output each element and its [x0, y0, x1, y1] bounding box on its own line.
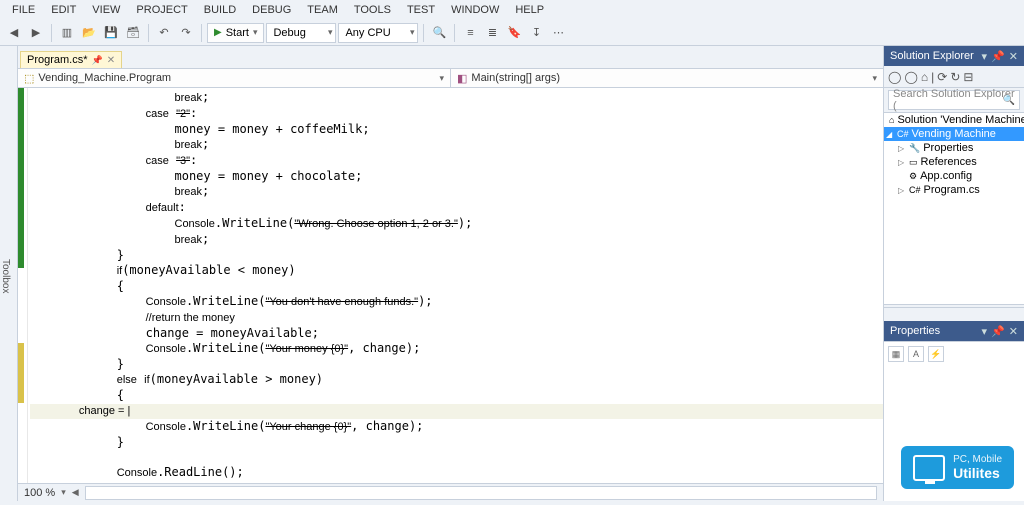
bookmark-icon[interactable]: 🔖	[504, 23, 524, 43]
nav-fwd-icon[interactable]: ▶	[26, 23, 46, 43]
member-combo[interactable]: ◧ Main(string[] args)	[450, 69, 883, 87]
scope-combo[interactable]: ⬚ Vending_Machine.Program	[18, 69, 450, 87]
menu-project[interactable]: PROJECT	[128, 2, 195, 18]
tree-node[interactable]: ▷▭References	[884, 155, 1024, 169]
home-icon[interactable]: ⌂	[921, 70, 928, 84]
zoom-level[interactable]: 100 %	[24, 487, 55, 499]
step-icon[interactable]: ↧	[526, 23, 546, 43]
start-label: Start	[226, 27, 249, 39]
tree-node[interactable]: ⚙App.config	[884, 169, 1024, 183]
categorized-icon[interactable]: ▦	[888, 346, 904, 362]
watermark-big: Utilites	[953, 465, 1000, 481]
menu-tools[interactable]: TOOLS	[346, 2, 399, 18]
menu-team[interactable]: TEAM	[299, 2, 346, 18]
play-icon: ▶	[214, 27, 222, 38]
back-icon[interactable]: ◯	[888, 70, 901, 84]
menu-debug[interactable]: DEBUG	[244, 2, 299, 18]
h-scrollbar[interactable]	[85, 486, 877, 500]
watermark-badge: PC, Mobile Utilites	[901, 446, 1014, 489]
solution-explorer-header[interactable]: Solution Explorer ▾📌 ✕	[884, 46, 1024, 66]
undo-icon[interactable]: ↶	[154, 23, 174, 43]
tree-node[interactable]: ◢C#Vending Machine	[884, 127, 1024, 141]
watermark-small: PC, Mobile	[953, 454, 1002, 465]
comment-icon[interactable]: ≡	[460, 23, 480, 43]
fwd-icon[interactable]: ◯	[904, 70, 917, 84]
main-toolbar: ◀ ▶ ▥ 📂 💾 🗃 ↶ ↷ ▶ Start ▾ Debug Any CPU …	[0, 20, 1024, 46]
explorer-search[interactable]: Search Solution Explorer (	[888, 90, 1020, 110]
sync-icon[interactable]: ⟳	[937, 70, 947, 84]
explorer-toolbar: ◯ ◯ ⌂ | ⟳ ↻ ⊟	[884, 66, 1024, 88]
misc-icon[interactable]: ⋯	[548, 23, 568, 43]
collapse-icon[interactable]: ⊟	[963, 70, 973, 84]
close-icon[interactable]: ✕	[1009, 50, 1018, 63]
pin-icon[interactable]: 📌	[991, 50, 1005, 63]
new-project-icon[interactable]: ▥	[57, 23, 77, 43]
menu-help[interactable]: HELP	[507, 2, 552, 18]
menu-build[interactable]: BUILD	[196, 2, 244, 18]
code-editor[interactable]: break; case "2": money = money + coffeeM…	[18, 88, 883, 483]
save-all-icon[interactable]: 🗃	[123, 23, 143, 43]
nav-back-icon[interactable]: ◀	[4, 23, 24, 43]
tree-node[interactable]: ⌂Solution 'Vendine Machine	[884, 113, 1024, 127]
close-icon[interactable]: ✕	[107, 55, 115, 66]
refresh-icon[interactable]: ↻	[950, 70, 960, 84]
start-debug-button[interactable]: ▶ Start ▾	[207, 23, 264, 43]
tab-title: Program.cs*	[27, 54, 88, 66]
panel-title: Properties	[890, 325, 940, 337]
pin-icon[interactable]: 📌	[92, 55, 103, 66]
menu-edit[interactable]: EDIT	[43, 2, 84, 18]
open-icon[interactable]: 📂	[79, 23, 99, 43]
toolbox-sidetab[interactable]: Toolbox	[0, 46, 18, 501]
save-icon[interactable]: 💾	[101, 23, 121, 43]
tree-node[interactable]: ▷🔧Properties	[884, 141, 1024, 155]
member-label: Main(string[] args)	[471, 72, 560, 84]
right-dock: Solution Explorer ▾📌✕ ◯ ◯ ⌂ | ⟳ ↻ ⊟ Sear…	[884, 46, 1024, 501]
document-tabs: Program.cs* 📌 ✕	[18, 46, 883, 68]
find-icon[interactable]: 🔍	[429, 23, 449, 43]
menu-test[interactable]: TEST	[399, 2, 443, 18]
tree-h-scrollbar[interactable]	[884, 307, 1024, 321]
editor-zone: Program.cs* 📌 ✕ ⬚ Vending_Machine.Progra…	[18, 46, 884, 501]
tree-node[interactable]: ▷C#Program.cs	[884, 183, 1024, 197]
events-icon[interactable]: ⚡	[928, 346, 944, 362]
monitor-icon	[913, 455, 945, 481]
platform-combo[interactable]: Any CPU	[338, 23, 418, 43]
uncomment-icon[interactable]: ≣	[482, 23, 502, 43]
redo-icon[interactable]: ↷	[176, 23, 196, 43]
alpha-icon[interactable]: A	[908, 346, 924, 362]
properties-header[interactable]: Properties ▾📌 ✕	[884, 321, 1024, 341]
menu-file[interactable]: FILE	[4, 2, 43, 18]
panel-title: Solution Explorer	[890, 50, 974, 62]
close-icon[interactable]: ✕	[1009, 325, 1018, 338]
search-placeholder: Search Solution Explorer (	[893, 88, 1015, 112]
config-combo[interactable]: Debug	[266, 23, 336, 43]
dropdown-icon[interactable]: ▾	[982, 325, 988, 338]
scope-label: Vending_Machine.Program	[38, 72, 171, 84]
menu-view[interactable]: VIEW	[84, 2, 128, 18]
pin-icon[interactable]: 📌	[991, 325, 1005, 338]
editor-statusbar: 100 % ▾ ◀	[18, 483, 883, 501]
solution-tree[interactable]: ⌂Solution 'Vendine Machine◢C#Vending Mac…	[884, 112, 1024, 305]
document-tab-program[interactable]: Program.cs* 📌 ✕	[20, 51, 122, 68]
menu-window[interactable]: WINDOW	[443, 2, 507, 18]
menu-bar: FILEEDITVIEWPROJECTBUILDDEBUGTEAMTOOLSTE…	[0, 0, 1024, 20]
dropdown-icon[interactable]: ▾	[982, 50, 988, 63]
